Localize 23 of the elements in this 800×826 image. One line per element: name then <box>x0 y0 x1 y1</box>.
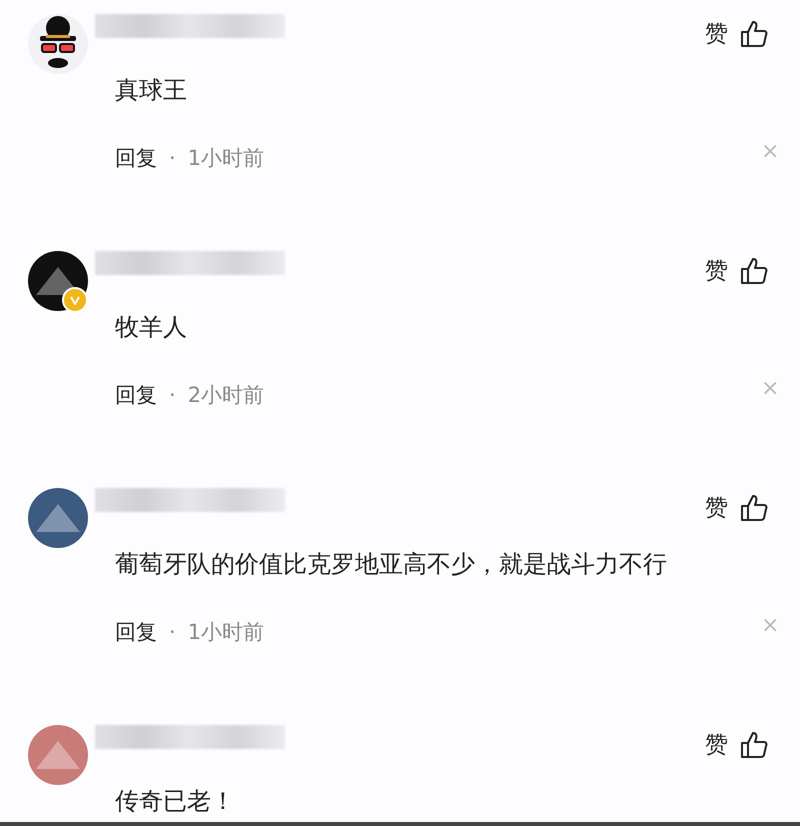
comment-time: 1小时前 <box>188 145 264 172</box>
separator: · <box>169 383 176 407</box>
comment-text: 牧羊人 <box>115 312 188 343</box>
like-button[interactable]: 赞 <box>705 729 728 760</box>
avatar[interactable] <box>28 488 88 548</box>
comment-text: 传奇已老！ <box>115 786 236 817</box>
avatar[interactable] <box>28 14 88 74</box>
separator: · <box>169 146 176 170</box>
thumbs-up-icon[interactable] <box>740 494 768 522</box>
reply-link[interactable]: 回复 <box>115 381 157 409</box>
like-button[interactable]: 赞 <box>705 18 728 49</box>
thumbs-up-icon[interactable] <box>740 730 768 758</box>
comment-time: 1小时前 <box>188 619 264 646</box>
separator: · <box>169 620 176 644</box>
reply-link[interactable]: 回复 <box>115 618 157 646</box>
comment-text: 葡萄牙队的价值比克罗地亚高不少，就是战斗力不行 <box>115 549 668 580</box>
thumbs-up-icon[interactable] <box>740 256 768 284</box>
like-button[interactable]: 赞 <box>705 492 728 523</box>
comment-time: 2小时前 <box>188 382 264 409</box>
like-button[interactable]: 赞 <box>705 255 728 286</box>
comment-text: 真球王 <box>115 75 188 106</box>
thumbs-up-icon[interactable] <box>740 20 768 48</box>
reply-link[interactable]: 回复 <box>115 144 157 172</box>
